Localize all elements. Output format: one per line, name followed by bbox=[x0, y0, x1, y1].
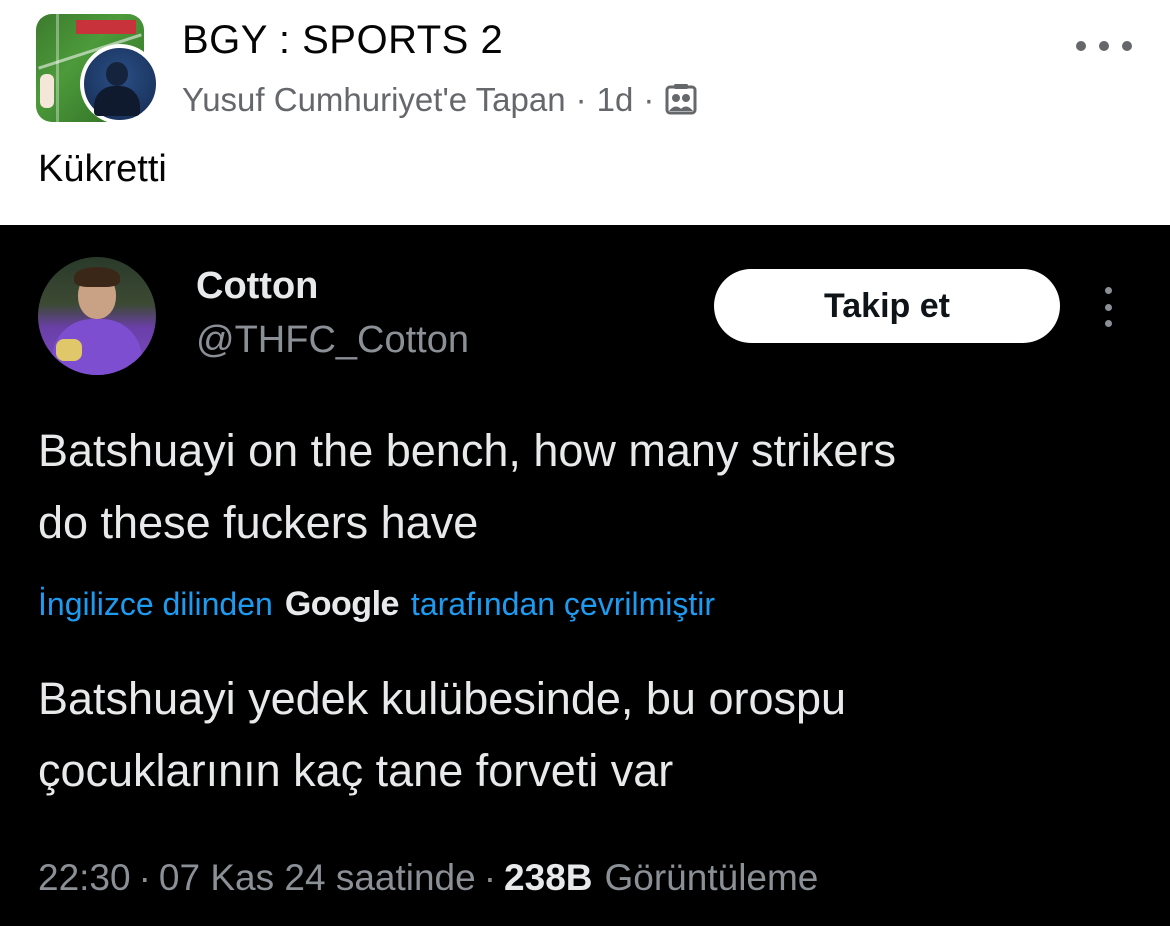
post-meta: Yusuf Cumhuriyet'e Tapan · 1d · bbox=[182, 80, 698, 120]
author-name[interactable]: Yusuf Cumhuriyet'e Tapan bbox=[182, 81, 566, 119]
translation-suffix: tarafından çevrilmiştir bbox=[410, 585, 716, 622]
tweet-handle: @THFC_Cotton bbox=[196, 319, 469, 361]
meta-separator: · bbox=[575, 81, 587, 118]
post-text: Kükretti bbox=[38, 148, 167, 190]
post-time[interactable]: 1d bbox=[597, 81, 634, 119]
translation-prefix: İngilizce dilinden bbox=[38, 585, 273, 622]
tweet-display-name: Cotton bbox=[196, 265, 319, 307]
tweet-date: 07 Kas 24 saatinde bbox=[158, 857, 476, 898]
google-logo: Google bbox=[284, 584, 400, 623]
more-horizontal-icon[interactable] bbox=[1076, 26, 1132, 66]
translated-text: Batshuayi yedek kulübesinde, bu orospu ç… bbox=[38, 663, 1138, 807]
group-members-icon bbox=[664, 83, 698, 117]
follow-button: Takip et bbox=[714, 269, 1060, 343]
translated-text-line: Batshuayi yedek kulübesinde, bu orospu bbox=[38, 673, 847, 724]
meta-separator: · bbox=[643, 81, 655, 118]
tweet-text: Batshuayi on the bench, how many striker… bbox=[38, 415, 1138, 559]
tweet-time: 22:30 bbox=[38, 857, 131, 898]
translation-attribution: İngilizce dilinden Google tarafından çev… bbox=[38, 581, 715, 627]
tweet-author-avatar bbox=[38, 257, 156, 375]
group-name[interactable]: BGY : SPORTS 2 bbox=[182, 18, 503, 63]
translated-text-line: çocuklarının kaç tane forveti var bbox=[38, 745, 674, 796]
footer-separator: · bbox=[483, 857, 497, 898]
tweet-text-line: Batshuayi on the bench, how many striker… bbox=[38, 425, 896, 476]
views-label: Görüntüleme bbox=[604, 857, 819, 898]
post-header: BGY : SPORTS 2 Yusuf Cumhuriyet'e Tapan … bbox=[0, 0, 1170, 225]
footer-separator: · bbox=[138, 857, 151, 898]
author-avatar[interactable] bbox=[80, 44, 160, 124]
tweet-screenshot: Cotton @THFC_Cotton Takip et Batshuayi o… bbox=[0, 225, 1170, 926]
tweet-footer: 22:30 · 07 Kas 24 saatinde · 238B Görünt… bbox=[38, 855, 818, 901]
tweet-text-line: do these fuckers have bbox=[38, 497, 479, 548]
more-vertical-icon bbox=[1100, 287, 1116, 327]
views-count: 238B bbox=[504, 857, 593, 898]
